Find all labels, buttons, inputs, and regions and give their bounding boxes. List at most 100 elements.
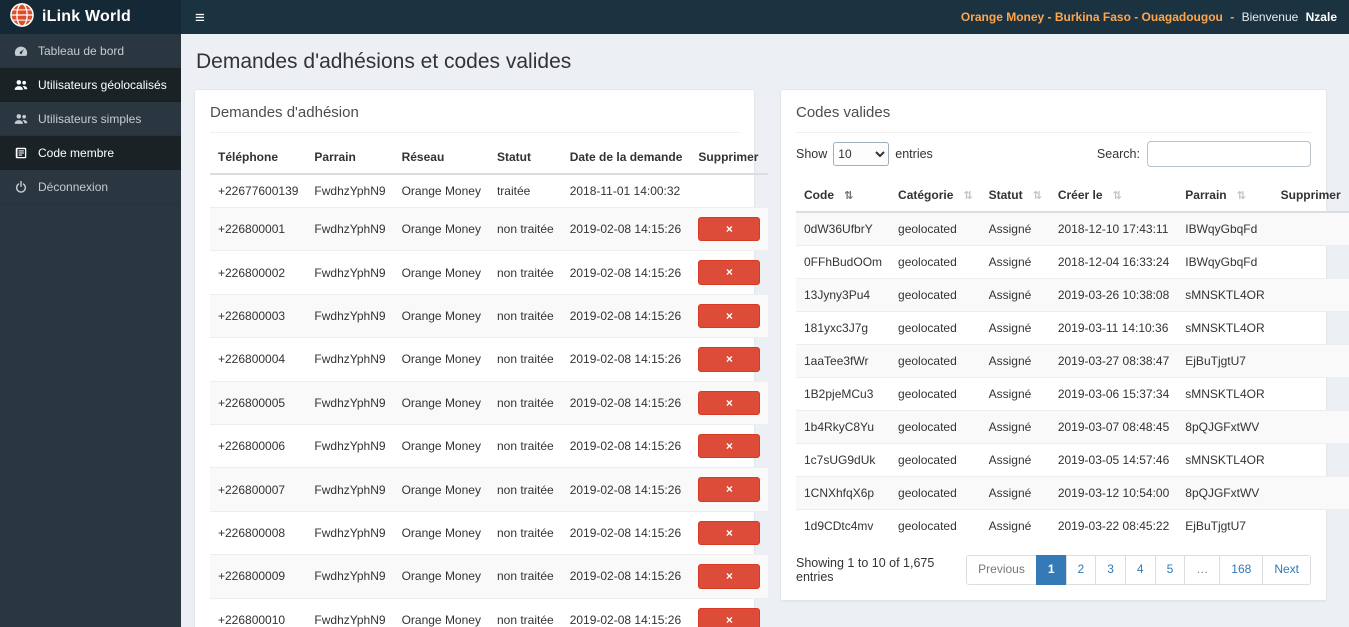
code-statut: Assigné xyxy=(980,278,1050,312)
user-info: Orange Money - Burkina Faso - Ouagadougo… xyxy=(961,10,1337,24)
request-phone: +226800003 xyxy=(210,293,307,338)
request-delete-cell xyxy=(690,173,769,208)
request-statut: non traitée xyxy=(488,206,562,251)
page-size-select[interactable]: 10 xyxy=(833,142,890,166)
pagination-previous[interactable]: Previous xyxy=(966,555,1037,585)
code-categorie: geolocated xyxy=(890,311,981,345)
request-reseau: Orange Money xyxy=(393,250,489,295)
sidebar-item-dashboard[interactable]: Tableau de bord xyxy=(0,34,181,68)
request-delete-cell: × xyxy=(690,293,769,338)
request-parrain: FwdhzYphN9 xyxy=(306,173,394,208)
pagination-next[interactable]: Next xyxy=(1262,555,1311,585)
request-phone: +22677600139 xyxy=(210,173,307,208)
close-icon: × xyxy=(725,569,733,584)
request-reseau: Orange Money xyxy=(393,467,489,512)
code-categorie: geolocated xyxy=(890,443,981,477)
delete-request-button[interactable]: × xyxy=(698,260,761,285)
request-parrain: FwdhzYphN9 xyxy=(306,423,394,468)
delete-request-button[interactable]: × xyxy=(698,520,761,546)
requests-table: Téléphone Parrain Réseau Statut Date de … xyxy=(210,141,769,627)
code-date: 2019-03-26 10:38:08 xyxy=(1049,278,1178,312)
request-reseau: Orange Money xyxy=(393,510,489,555)
code-delete-cell xyxy=(1272,311,1349,345)
brand[interactable]: iLink World xyxy=(0,0,181,34)
sidebar-item-code-membre[interactable]: Code membre xyxy=(0,136,181,170)
codes-header-row: Code ⇅ Catégorie ⇅ Statut ⇅ Créer le ⇅ Parra… xyxy=(796,179,1349,213)
request-parrain: FwdhzYphN9 xyxy=(306,206,394,251)
col-creer-le[interactable]: Créer le ⇅ xyxy=(1049,179,1178,213)
close-icon: × xyxy=(725,482,733,497)
navbar-body: ≡ Orange Money - Burkina Faso - Ouagadou… xyxy=(181,0,1349,34)
sort-icon: ⇅ xyxy=(1236,190,1246,202)
sort-icon: ⇅ xyxy=(963,190,973,202)
code-delete-cell xyxy=(1272,377,1349,411)
pagination-page-2[interactable]: 2 xyxy=(1065,555,1097,585)
col-supprimer: Supprimer xyxy=(690,141,769,175)
code-date: 2019-03-12 10:54:00 xyxy=(1049,476,1178,510)
search-input[interactable] xyxy=(1147,141,1311,167)
page-title: Demandes d'adhésions et codes valides xyxy=(196,50,572,73)
close-icon: × xyxy=(725,352,733,367)
request-parrain: FwdhzYphN9 xyxy=(306,250,394,295)
pagination-page-168[interactable]: 168 xyxy=(1219,555,1264,585)
delete-request-button[interactable]: × xyxy=(698,217,761,242)
globe-logo-icon xyxy=(10,2,34,32)
code-date: 2018-12-04 16:33:24 xyxy=(1049,245,1178,279)
code-row: 13Jyny3Pu4 geolocated Assigné 2019-03-26… xyxy=(796,278,1349,312)
code-date: 2019-03-05 14:57:46 xyxy=(1049,443,1178,477)
sidebar-item-deconnexion[interactable]: Déconnexion xyxy=(0,170,181,204)
request-parrain: FwdhzYphN9 xyxy=(306,597,394,627)
col-label: Catégorie xyxy=(898,188,954,202)
delete-request-button[interactable]: × xyxy=(698,390,761,415)
request-date: 2019-02-08 14:15:26 xyxy=(561,597,691,627)
delete-request-button[interactable]: × xyxy=(698,607,761,627)
col-categorie[interactable]: Catégorie ⇅ xyxy=(890,179,981,213)
code-row: 1b4RkyC8Yu geolocated Assigné 2019-03-07… xyxy=(796,410,1349,444)
brand-title: iLink World xyxy=(42,8,132,25)
code-value: 181yxc3J7g xyxy=(796,311,891,345)
request-phone: +226800004 xyxy=(210,337,307,382)
code-delete-cell xyxy=(1272,443,1349,477)
pagination-page-5[interactable]: 5 xyxy=(1154,555,1186,585)
delete-request-button[interactable]: × xyxy=(698,477,761,502)
code-statut: Assigné xyxy=(980,311,1050,345)
request-reseau: Orange Money xyxy=(393,337,489,382)
request-date: 2019-02-08 14:15:26 xyxy=(561,423,691,468)
code-statut: Assigné xyxy=(980,476,1050,510)
page-length-control: Show 10 entries xyxy=(796,142,933,166)
pagination-page-1[interactable]: 1 xyxy=(1035,555,1067,585)
code-value: 1b4RkyC8Yu xyxy=(796,410,891,444)
search-control: Search: xyxy=(1097,141,1311,167)
code-value: 1B2pjeMCu3 xyxy=(796,377,891,411)
delete-request-button[interactable]: × xyxy=(698,303,761,329)
request-delete-cell: × xyxy=(690,380,769,425)
request-phone: +226800006 xyxy=(210,423,307,468)
code-date: 2019-03-06 15:37:34 xyxy=(1049,377,1178,411)
code-row: 0dW36UfbrY geolocated Assigné 2018-12-10… xyxy=(796,211,1349,246)
pagination-page-4[interactable]: 4 xyxy=(1124,555,1156,585)
code-categorie: geolocated xyxy=(890,344,981,378)
requests-panel: Demandes d'adhésion Téléphone Parrain Ré… xyxy=(194,89,769,627)
pagination: Previous 1 2 3 4 5 … 168 Next xyxy=(966,555,1311,585)
request-row: +226800008 FwdhzYphN9 Orange Money non t… xyxy=(210,510,769,555)
pagination-page-3[interactable]: 3 xyxy=(1095,555,1126,585)
request-parrain: FwdhzYphN9 xyxy=(306,337,394,382)
request-delete-cell: × xyxy=(690,467,769,512)
col-statut[interactable]: Statut ⇅ xyxy=(980,179,1050,213)
request-statut: non traitée xyxy=(488,250,562,295)
col-label: Code xyxy=(804,188,834,202)
col-parrain[interactable]: Parrain ⇅ xyxy=(1177,179,1273,213)
sidebar-item-utilisateurs-geolocalises[interactable]: Utilisateurs géolocalisés xyxy=(0,68,181,102)
code-row: 1aaTee3fWr geolocated Assigné 2019-03-27… xyxy=(796,344,1349,378)
sidebar-item-utilisateurs-simples[interactable]: Utilisateurs simples xyxy=(0,102,181,136)
col-code[interactable]: Code ⇅ xyxy=(796,179,891,213)
delete-request-button[interactable]: × xyxy=(698,564,761,589)
col-date-demande: Date de la demande xyxy=(561,141,691,175)
delete-request-button[interactable]: × xyxy=(698,347,761,372)
codes-panel-title: Codes valides xyxy=(796,100,1311,133)
delete-request-button[interactable]: × xyxy=(698,433,761,459)
sidebar-toggle-button[interactable]: ≡ xyxy=(195,9,205,26)
request-row: +226800004 FwdhzYphN9 Orange Money non t… xyxy=(210,337,769,382)
col-supprimer[interactable]: Supprimer⇅ xyxy=(1272,179,1349,213)
col-statut: Statut xyxy=(488,141,562,175)
